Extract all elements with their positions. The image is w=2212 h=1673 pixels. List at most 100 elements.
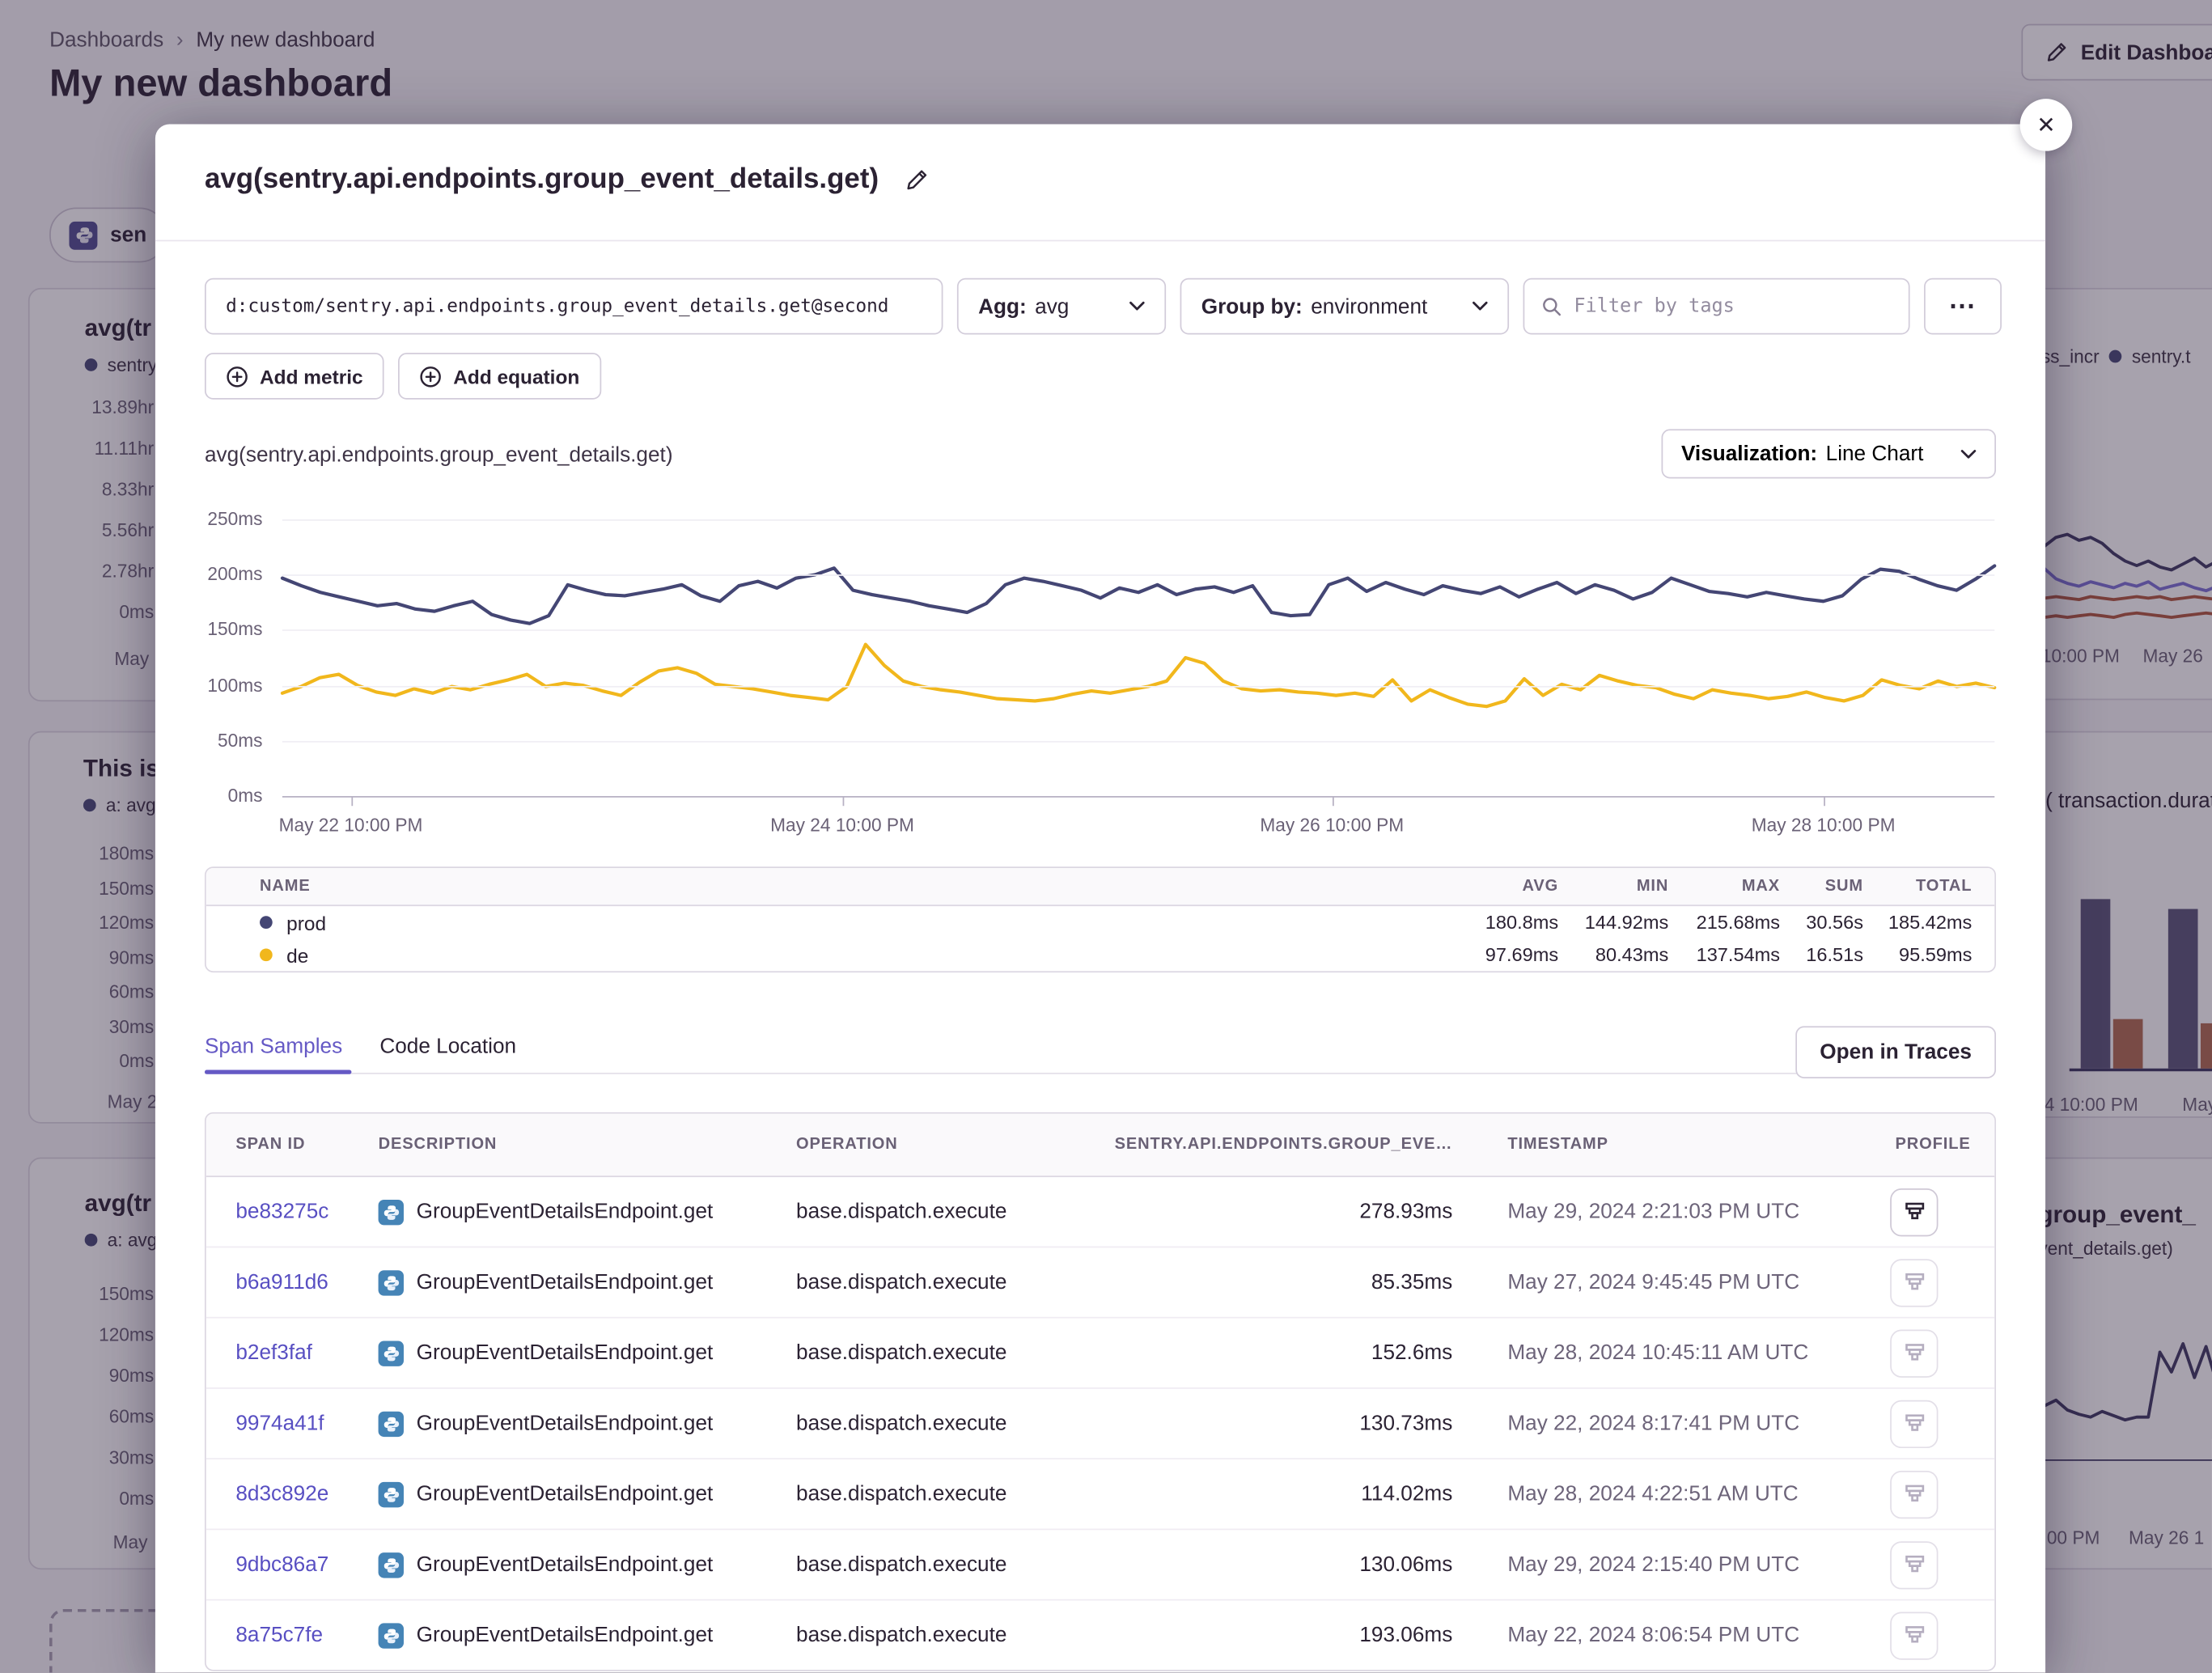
modal-title-row: avg(sentry.api.endpoints.group_event_det… (205, 163, 928, 196)
series-avg: 180.8ms (1403, 912, 1558, 933)
x-axis-label: May 28 10:00 PM (1724, 815, 1922, 836)
x-axis-tick (351, 796, 353, 806)
span-id-link[interactable]: 9dbc86a7 (235, 1552, 328, 1577)
span-description: GroupEventDetailsEndpoint.get (417, 1270, 714, 1294)
span-id-link[interactable]: b6a911d6 (235, 1270, 328, 1294)
samples-col-span-id: SPAN ID (206, 1136, 379, 1153)
chevron-down-icon (1960, 448, 1976, 460)
group-by-select[interactable]: Group by: environment (1180, 278, 1510, 335)
aggregate-value: avg (1035, 294, 1069, 319)
span-id-link[interactable]: 8a75c7fe (235, 1623, 323, 1647)
x-axis-tick (842, 796, 844, 806)
metric-query-input[interactable]: d:custom/sentry.api.endpoints.group_even… (205, 278, 943, 335)
span-duration: 130.06ms (1088, 1552, 1452, 1577)
gridline (282, 574, 1994, 576)
tab-code-location[interactable]: Code Location (379, 1035, 516, 1059)
y-axis-label: 0ms (155, 785, 263, 806)
aggregate-select[interactable]: Agg: avg (957, 278, 1166, 335)
chart-plot-area (282, 519, 1994, 796)
series-sum: 30.56s (1780, 912, 1863, 933)
span-samples-table: SPAN ID DESCRIPTION OPERATION SENTRY.API… (205, 1112, 1996, 1671)
tab-span-samples[interactable]: Span Samples (205, 1035, 342, 1059)
open-in-traces-button[interactable]: Open in Traces (1795, 1026, 1996, 1078)
x-axis-tick (1824, 796, 1825, 806)
series-min: 144.92ms (1558, 912, 1668, 933)
span-sample-row: b2ef3faf GroupEventDetailsEndpoint.get b… (206, 1317, 1995, 1387)
span-operation: base.dispatch.execute (796, 1412, 1088, 1436)
group-by-label: Group by: (1201, 294, 1303, 319)
add-equation-button[interactable]: Add equation (398, 353, 600, 400)
span-sample-row: be83275c GroupEventDetailsEndpoint.get b… (206, 1177, 1995, 1246)
span-id-link[interactable]: 9974a41f (235, 1412, 324, 1436)
edit-title-button[interactable] (904, 168, 928, 193)
span-description: GroupEventDetailsEndpoint.get (417, 1200, 714, 1224)
span-operation: base.dispatch.execute (796, 1552, 1088, 1577)
line-chart (282, 519, 1994, 796)
gridline (282, 685, 1994, 687)
span-duration: 278.93ms (1088, 1200, 1452, 1224)
samples-col-profile: PROFILE (1890, 1136, 1994, 1153)
span-description: GroupEventDetailsEndpoint.get (417, 1412, 714, 1436)
span-id-link[interactable]: be83275c (235, 1200, 328, 1224)
profile-button[interactable] (1890, 1612, 1938, 1659)
series-total: 95.59ms (1863, 944, 1972, 965)
python-icon (379, 1623, 404, 1648)
samples-rows: be83275c GroupEventDetailsEndpoint.get b… (206, 1177, 1995, 1670)
add-metric-button[interactable]: Add metric (205, 353, 384, 400)
chevron-down-icon (1129, 301, 1145, 312)
summary-rows: prod 180.8ms 144.92ms 215.68ms 30.56s 18… (206, 906, 1995, 971)
span-id-link[interactable]: 8d3c892e (235, 1482, 328, 1506)
add-equation-label: Add equation (453, 365, 579, 388)
summary-col-total: TOTAL (1863, 878, 1972, 895)
span-operation: base.dispatch.execute (796, 1482, 1088, 1506)
span-duration: 193.06ms (1088, 1623, 1452, 1647)
python-icon (379, 1552, 404, 1577)
x-axis-label: May 26 10:00 PM (1233, 815, 1430, 836)
python-icon (379, 1411, 404, 1436)
summary-row[interactable]: de 97.69ms 80.43ms 137.54ms 16.51s 95.59… (206, 938, 1995, 971)
visualization-label: Visualization: (1681, 442, 1817, 466)
tab-divider (205, 1073, 1880, 1074)
add-row: Add metric Add equation (205, 353, 600, 400)
chevron-down-icon (1473, 301, 1488, 312)
more-options-button[interactable]: ⋯ (1924, 278, 2002, 335)
summary-row[interactable]: prod 180.8ms 144.92ms 215.68ms 30.56s 18… (206, 906, 1995, 938)
span-timestamp: May 29, 2024 2:15:40 PM UTC (1452, 1552, 1890, 1577)
y-axis-label: 50ms (155, 730, 263, 751)
filter-by-tags-input[interactable]: Filter by tags (1523, 278, 1910, 335)
add-metric-label: Add metric (260, 365, 363, 388)
samples-col-timestamp: TIMESTAMP (1452, 1136, 1890, 1153)
profile-button[interactable] (1890, 1188, 1938, 1235)
summary-col-name: NAME (206, 878, 1404, 895)
span-duration: 130.73ms (1088, 1412, 1452, 1436)
span-sample-row: 8d3c892e GroupEventDetailsEndpoint.get b… (206, 1458, 1995, 1528)
span-duration: 152.6ms (1088, 1341, 1452, 1365)
series-color-dot (260, 948, 273, 961)
summary-col-sum: SUM (1780, 878, 1863, 895)
screenshot-root: Dashboards › My new dashboard My new das… (0, 0, 2212, 1673)
span-id-link[interactable]: b2ef3faf (235, 1341, 312, 1365)
visualization-select[interactable]: Visualization: Line Chart (1662, 429, 1996, 478)
span-operation: base.dispatch.execute (796, 1623, 1088, 1647)
close-icon[interactable]: ✕ (2020, 99, 2073, 151)
modal-title: avg(sentry.api.endpoints.group_event_det… (205, 163, 879, 196)
series-summary-table: NAME AVG MIN MAX SUM TOTAL prod 180.8ms … (205, 866, 1996, 972)
profile-button[interactable] (1890, 1329, 1938, 1377)
profile-button[interactable] (1890, 1470, 1938, 1518)
series-avg: 97.69ms (1403, 944, 1558, 965)
profile-button[interactable] (1890, 1540, 1938, 1588)
series-min: 80.43ms (1558, 944, 1668, 965)
group-by-value: environment (1311, 294, 1427, 319)
series-color-dot (260, 916, 273, 929)
samples-col-operation: OPERATION (796, 1136, 1088, 1153)
span-description: GroupEventDetailsEndpoint.get (417, 1482, 714, 1506)
profile-button[interactable] (1890, 1400, 1938, 1447)
gridline (282, 630, 1994, 632)
python-icon (379, 1481, 404, 1506)
x-axis-label: May 22 10:00 PM (252, 815, 449, 836)
summary-col-max: MAX (1668, 878, 1780, 895)
samples-col-metric: SENTRY.API.ENDPOINTS.GROUP_EVE… (1088, 1136, 1452, 1153)
query-builder: d:custom/sentry.api.endpoints.group_even… (205, 278, 2002, 335)
profile-button[interactable] (1890, 1258, 1938, 1306)
span-sample-row: 9dbc86a7 GroupEventDetailsEndpoint.get b… (206, 1529, 1995, 1599)
